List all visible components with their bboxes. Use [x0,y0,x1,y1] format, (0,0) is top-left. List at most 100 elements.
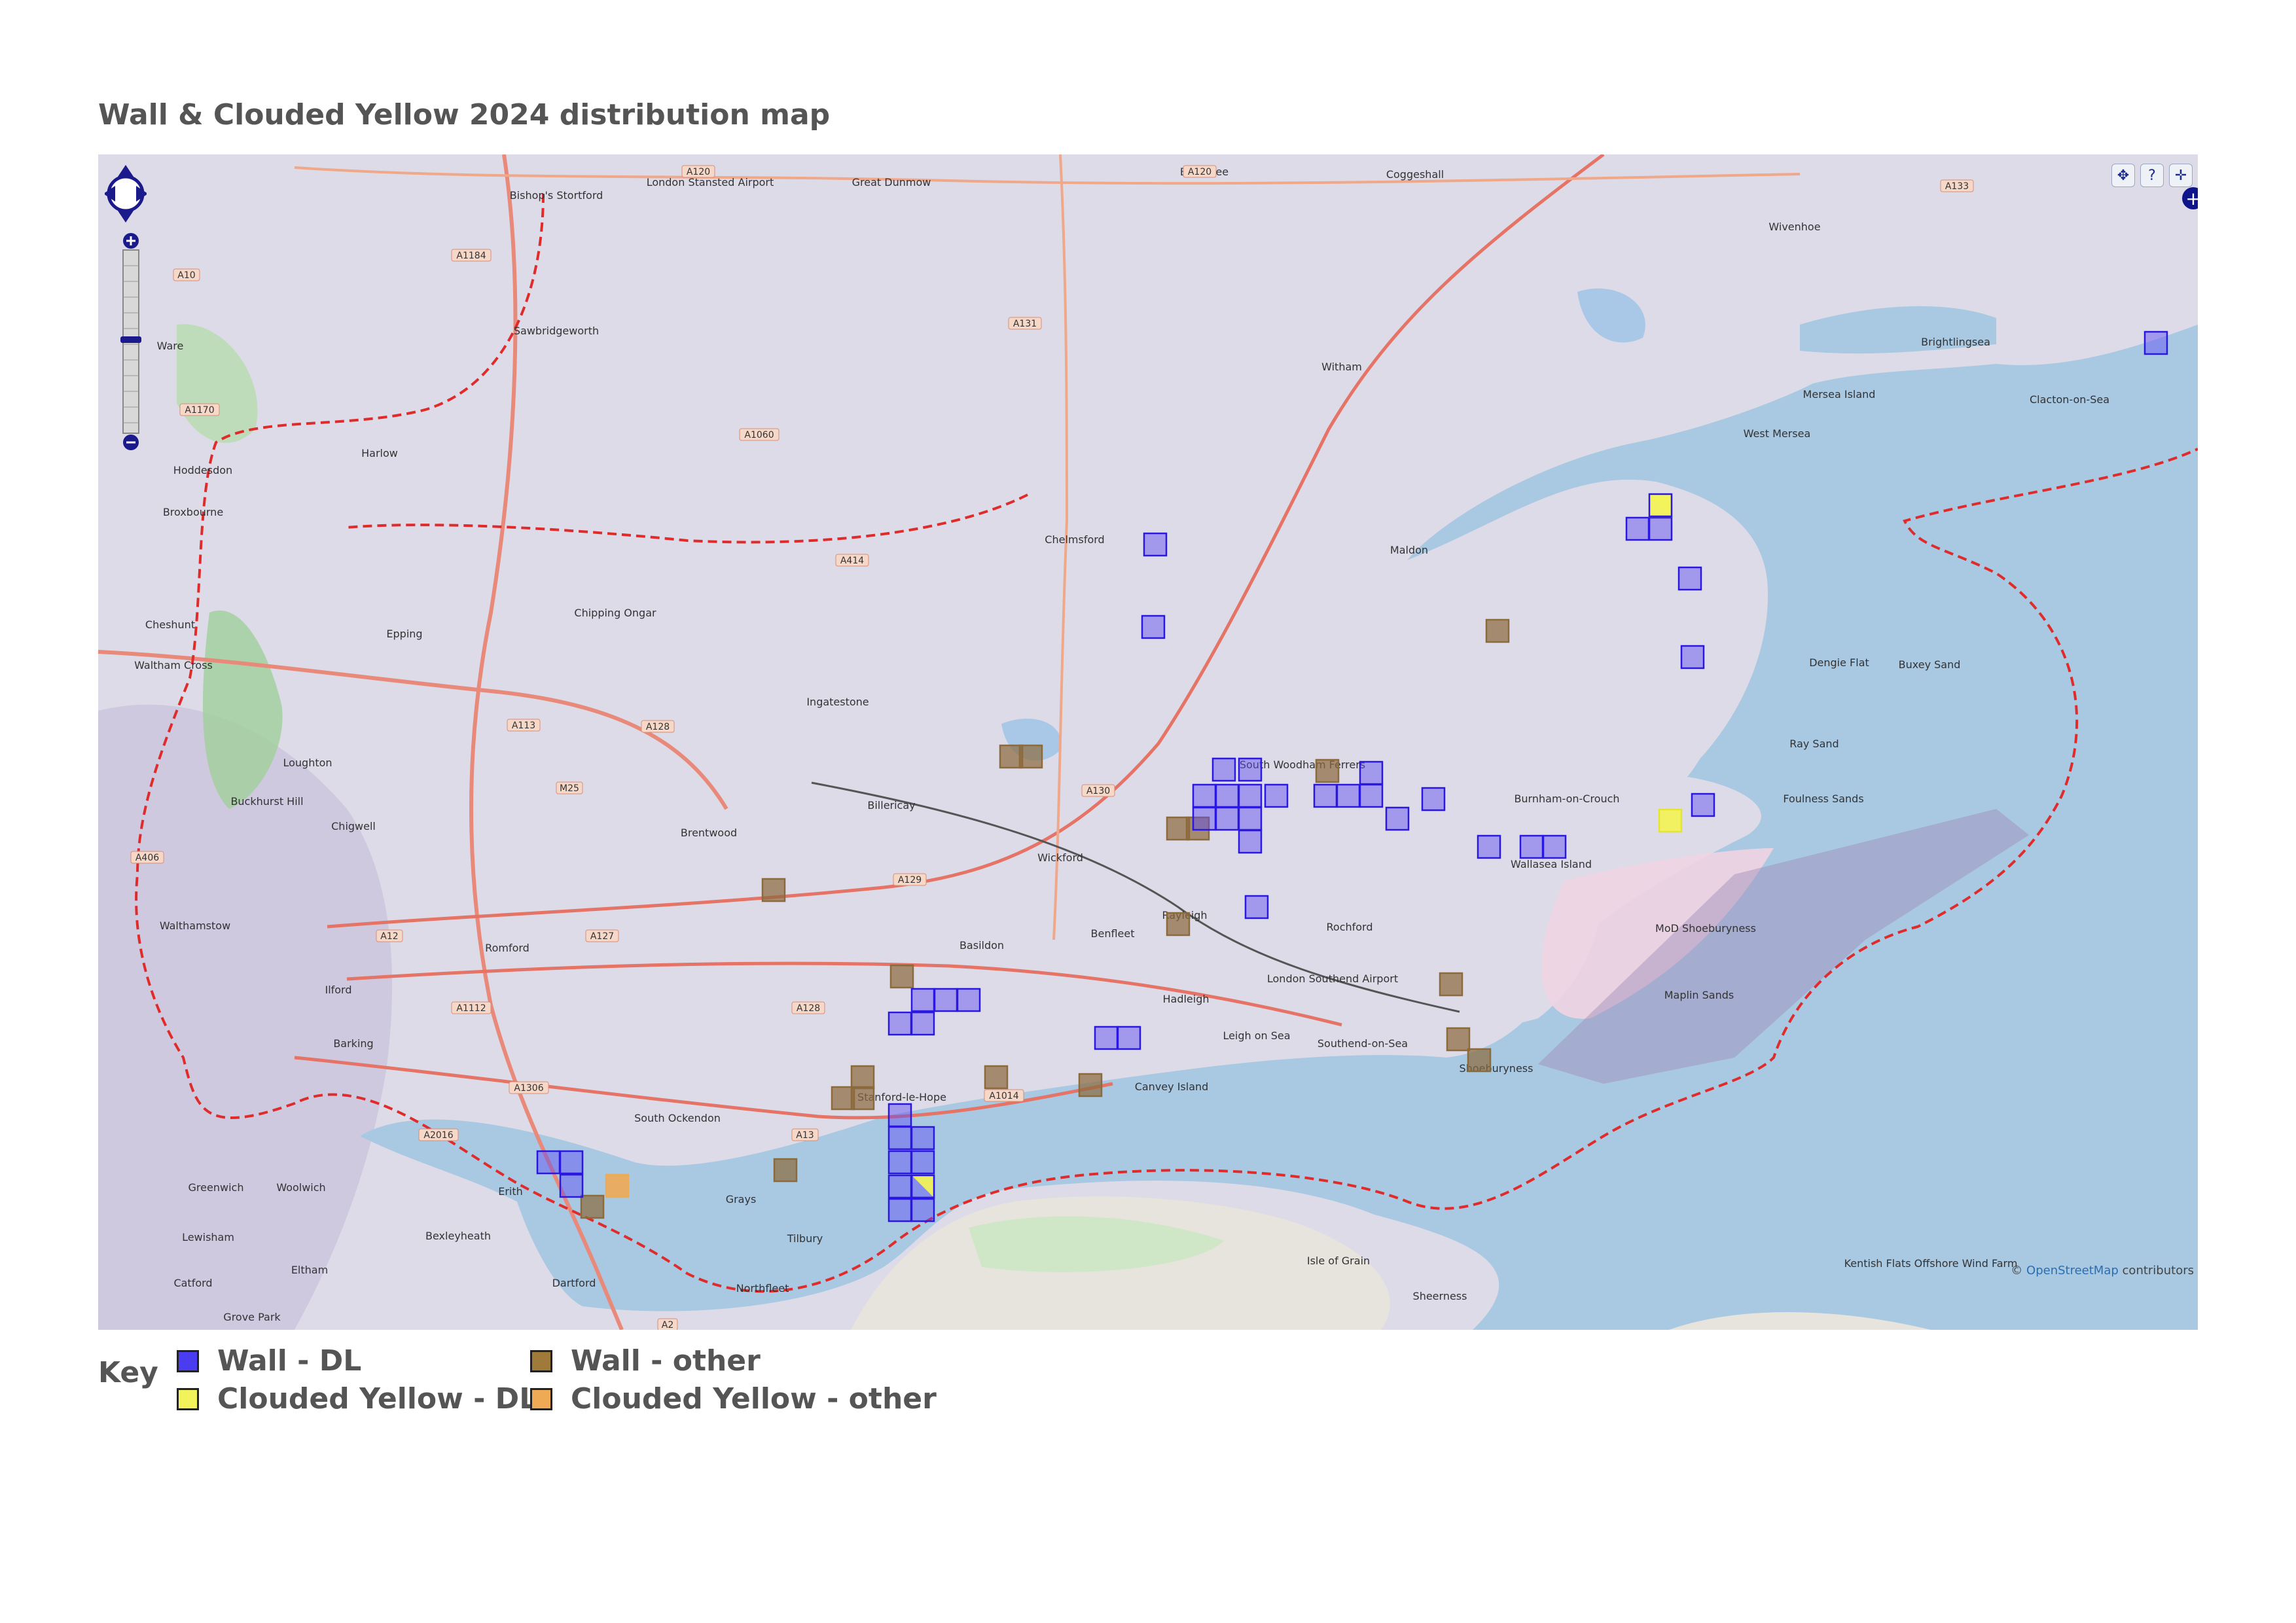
wall-dl-square[interactable] [1211,757,1236,782]
wall-dl-square[interactable] [1215,806,1240,831]
wall-dl-square[interactable] [1359,760,1384,785]
wall-dl-square[interactable] [910,1198,935,1222]
legend-swatch [530,1349,552,1372]
wall-dl-square[interactable] [910,988,935,1012]
wall-other-square[interactable] [1078,1073,1103,1097]
wall-dl-square[interactable] [2144,330,2168,355]
road-label: A406 [130,851,164,864]
nav-control[interactable] [105,161,147,462]
wall-dl-square[interactable] [1192,783,1217,808]
wall-other-square[interactable] [580,1194,605,1219]
place-label: Wallasea Island [1511,858,1592,870]
place-label: Chigwell [331,820,376,832]
place-label: Catford [173,1277,212,1289]
fullscreen-icon[interactable]: ✛ [2169,164,2193,187]
wall-dl-square[interactable] [1336,783,1361,808]
wall-dl-square[interactable] [1264,783,1289,808]
wall-other-square[interactable] [1485,618,1510,643]
wall-dl-square[interactable] [910,1011,935,1036]
wall-dl-square[interactable] [1677,566,1702,591]
wall-other-square[interactable] [889,964,914,989]
wall-dl-square[interactable] [536,1150,561,1175]
clouded-yellow-other-square[interactable] [605,1173,630,1198]
road-label: A13 [791,1128,819,1141]
wall-dl-square[interactable] [1680,645,1705,669]
wall-dl-square[interactable] [1519,834,1544,859]
wall-other-square[interactable] [1315,758,1340,783]
osm-link[interactable]: OpenStreetMap [2026,1264,2119,1277]
wall-dl-square[interactable] [933,988,958,1012]
wall-dl-square[interactable] [1691,793,1715,817]
zoom-out-icon[interactable] [123,435,139,450]
place-label: Grove Park [223,1311,281,1323]
map-canvas[interactable]: Bishop's Stortford London Stansted Airpor… [98,154,2198,1330]
wall-dl-square[interactable] [1238,806,1263,831]
place-label: Maldon [1390,544,1428,556]
place-label: Dengie Flat [1809,656,1869,669]
place-label: Tilbury [787,1232,823,1245]
zoom-slider-handle[interactable] [120,336,141,343]
wall-other-square[interactable] [984,1065,1009,1090]
query-icon[interactable]: ? [2140,164,2164,187]
wall-dl-square[interactable] [1238,757,1263,782]
layers-icon[interactable]: ✥ [2111,164,2135,187]
wall-dl-square[interactable] [888,1126,912,1150]
svg-text:A133: A133 [1945,181,1969,192]
wall-other-square[interactable] [1018,744,1043,769]
zoom-in-icon[interactable] [123,233,139,249]
wall-dl-square[interactable] [888,1103,912,1128]
wall-dl-square[interactable] [1215,783,1240,808]
wall-other-square[interactable] [773,1158,798,1183]
wall-dl-square[interactable] [888,1198,912,1222]
road-label: M25 [556,781,583,794]
place-label: Bishop's Stortford [510,189,603,202]
wall-dl-square[interactable] [1359,783,1384,808]
clouded-yellow-dl-square[interactable] [1658,808,1683,833]
wall-dl-square[interactable] [1648,516,1673,541]
wall-dl-square[interactable] [910,1126,935,1150]
wall-dl-square[interactable] [1117,1026,1141,1050]
wall-dl-square[interactable] [888,1011,912,1036]
pan-arrows-icon[interactable] [105,165,147,223]
wall-dl-square[interactable] [1421,787,1446,812]
legend-swatch [177,1349,199,1372]
place-label: Wickford [1037,851,1083,864]
svg-text:A1306: A1306 [514,1083,543,1094]
wall-dl-square[interactable] [888,1174,912,1199]
wall-other-square[interactable] [1446,1027,1471,1052]
wall-dl-square[interactable] [559,1173,584,1198]
place-label: Foulness Sands [1783,793,1863,805]
map-tools: ✥ ? ✛ [2111,164,2193,187]
wall-dl-square[interactable] [1313,783,1338,808]
place-label: Clacton-on-Sea [2030,393,2109,406]
svg-text:A120: A120 [1188,167,1211,177]
wall-other-square[interactable] [1439,972,1463,997]
wall-dl-square[interactable] [1192,806,1217,831]
wall-other-square[interactable] [761,878,786,902]
wall-dl-square[interactable] [1625,516,1650,541]
wall-dl-square[interactable] [1238,783,1263,808]
svg-text:A113: A113 [512,721,535,731]
wall-dl-square[interactable] [910,1150,935,1175]
wall-dl-square[interactable] [1094,1026,1119,1050]
wall-dl-square[interactable] [956,988,981,1012]
place-label: Harlow [361,447,398,459]
wall-dl-square[interactable] [1542,834,1567,859]
wall-dl-square[interactable] [888,1150,912,1175]
wall-dl-square[interactable] [1385,806,1410,831]
wall-dl-square[interactable] [1238,829,1263,854]
wall-dl-square[interactable] [1244,895,1269,919]
place-label: Woolwich [276,1181,325,1194]
wall-dl-square[interactable] [1143,532,1168,557]
place-label: Mersea Island [1803,388,1876,401]
wall-dl-square[interactable] [559,1150,584,1175]
wall-other-square[interactable] [850,1065,875,1090]
wall-dl-square[interactable] [1141,615,1166,639]
wall-other-square[interactable] [1467,1048,1492,1073]
distribution-map[interactable]: Bishop's Stortford London Stansted Airpor… [98,154,2198,1330]
place-label: Witham [1321,361,1362,373]
wall-other-square[interactable] [831,1086,855,1111]
svg-text:A10: A10 [177,270,195,281]
wall-dl-square[interactable] [1477,834,1501,859]
wall-other-square[interactable] [1166,912,1191,936]
